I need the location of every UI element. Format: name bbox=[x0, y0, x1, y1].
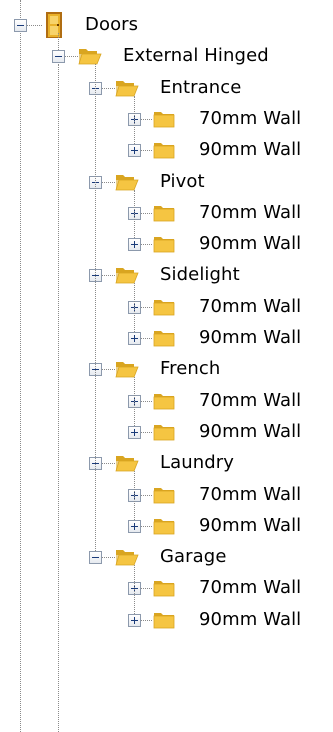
folder-icon bbox=[152, 202, 176, 224]
tree-node-wall[interactable]: 90mm Wall bbox=[0, 511, 333, 542]
tree-node-wall[interactable]: 70mm Wall bbox=[0, 386, 333, 417]
folder-icon bbox=[152, 108, 176, 130]
folder-icon bbox=[152, 577, 176, 599]
node-label: French bbox=[160, 358, 221, 380]
folder-icon bbox=[152, 484, 176, 506]
tree-connector-line bbox=[141, 400, 152, 402]
tree-connector-line bbox=[141, 118, 152, 120]
open-folder-icon bbox=[115, 77, 139, 99]
node-label: 90mm Wall bbox=[199, 514, 302, 536]
folder-icon bbox=[152, 327, 176, 349]
folder-icon bbox=[152, 296, 176, 318]
open-folder-icon bbox=[115, 358, 139, 380]
tree-connector-line bbox=[141, 338, 152, 339]
node-label: 70mm Wall bbox=[199, 483, 302, 505]
tree-connector-line bbox=[141, 244, 152, 246]
collapse-toggle-icon[interactable] bbox=[52, 50, 65, 64]
node-label: External Hinged bbox=[123, 45, 269, 67]
node-label: 70mm Wall bbox=[199, 107, 302, 129]
node-label: 70mm Wall bbox=[199, 201, 302, 223]
expand-toggle-icon[interactable] bbox=[128, 519, 141, 533]
node-label: Doors bbox=[85, 14, 139, 35]
tree-node-wall[interactable]: 90mm Wall bbox=[0, 605, 333, 636]
tree-node-external-hinged[interactable]: External Hinged bbox=[0, 41, 333, 72]
tree-connector-line bbox=[141, 306, 152, 308]
expand-toggle-icon[interactable] bbox=[128, 613, 141, 627]
folder-icon bbox=[152, 421, 176, 443]
node-label: 90mm Wall bbox=[199, 608, 302, 630]
tree-guide-line bbox=[134, 189, 135, 239]
node-label: 90mm Wall bbox=[199, 420, 302, 442]
folder-icon bbox=[152, 233, 176, 255]
tree-node-pivot[interactable]: Pivot bbox=[0, 167, 333, 198]
tree-node-entrance[interactable]: Entrance bbox=[0, 73, 333, 104]
tree-connector-line bbox=[141, 431, 152, 433]
node-label: Pivot bbox=[160, 170, 205, 192]
tree-node-wall[interactable]: 70mm Wall bbox=[0, 573, 333, 604]
tree-node-wall[interactable]: 70mm Wall bbox=[0, 292, 333, 323]
tree-guide-line bbox=[134, 95, 135, 145]
node-label: 70mm Wall bbox=[199, 577, 302, 599]
tree-connector-line bbox=[141, 525, 152, 527]
tree-connector-line bbox=[102, 181, 115, 183]
tree-node-garage[interactable]: Garage bbox=[0, 542, 333, 573]
tree-guide-line bbox=[134, 565, 135, 614]
tree-connector-line bbox=[141, 619, 152, 621]
tree-view[interactable]: Doors External Hinged Entrance 70mm Wall 90m… bbox=[0, 0, 333, 732]
tree-connector-line bbox=[141, 212, 152, 214]
tree-connector-line bbox=[102, 369, 115, 371]
open-folder-icon bbox=[115, 171, 139, 193]
tree-guide-line bbox=[95, 64, 96, 552]
tree-node-sidelight[interactable]: Sidelight bbox=[0, 260, 333, 291]
folder-icon bbox=[152, 515, 176, 537]
tree-node-laundry[interactable]: Laundry bbox=[0, 448, 333, 479]
tree-connector-line bbox=[65, 56, 78, 58]
tree-connector-line bbox=[102, 463, 115, 465]
tree-guide-line bbox=[58, 33, 59, 51]
tree-node-wall[interactable]: 90mm Wall bbox=[0, 417, 333, 448]
node-label: 90mm Wall bbox=[199, 233, 302, 255]
tree-node-wall[interactable]: 90mm Wall bbox=[0, 229, 333, 260]
tree-connector-line bbox=[141, 588, 152, 590]
tree-connector-line bbox=[102, 275, 115, 277]
tree-node-wall[interactable]: 70mm Wall bbox=[0, 104, 333, 135]
tree-connector-line bbox=[141, 494, 152, 496]
folder-icon bbox=[152, 609, 176, 631]
expand-toggle-icon[interactable] bbox=[128, 144, 141, 158]
tree-guide-line bbox=[58, 64, 59, 732]
tree-connector-line bbox=[141, 150, 152, 152]
node-label: Garage bbox=[160, 546, 227, 568]
node-label: 90mm Wall bbox=[199, 139, 302, 161]
tree-node-wall[interactable]: 70mm Wall bbox=[0, 198, 333, 229]
expand-toggle-icon[interactable] bbox=[128, 425, 141, 439]
tree-connector-line bbox=[102, 87, 115, 89]
tree-connector-line bbox=[27, 25, 42, 26]
node-label: Laundry bbox=[160, 452, 235, 474]
tree-guide-line bbox=[134, 377, 135, 426]
folder-icon bbox=[152, 139, 176, 161]
node-label: 70mm Wall bbox=[199, 295, 302, 317]
collapse-toggle-icon[interactable] bbox=[14, 19, 27, 32]
open-folder-icon bbox=[78, 45, 102, 67]
node-label: 90mm Wall bbox=[199, 327, 302, 348]
tree-node-wall[interactable]: 90mm Wall bbox=[0, 135, 333, 166]
collapse-toggle-icon[interactable] bbox=[89, 551, 102, 565]
tree-node-doors[interactable]: Doors bbox=[0, 10, 333, 41]
node-label: Sidelight bbox=[160, 264, 240, 286]
expand-toggle-icon[interactable] bbox=[128, 332, 141, 345]
folder-icon bbox=[152, 390, 176, 412]
door-icon bbox=[42, 11, 66, 38]
tree-node-french[interactable]: French bbox=[0, 354, 333, 385]
open-folder-icon bbox=[115, 452, 139, 474]
open-folder-icon bbox=[115, 546, 139, 568]
tree-node-wall[interactable]: 90mm Wall bbox=[0, 323, 333, 354]
tree-connector-line bbox=[102, 557, 115, 559]
tree-node-wall[interactable]: 70mm Wall bbox=[0, 480, 333, 511]
open-folder-icon bbox=[115, 264, 139, 286]
tree-guide-line bbox=[134, 471, 135, 520]
tree-guide-line bbox=[134, 283, 135, 332]
node-label: 70mm Wall bbox=[199, 389, 302, 411]
node-label: Entrance bbox=[160, 76, 242, 98]
expand-toggle-icon[interactable] bbox=[128, 238, 141, 252]
